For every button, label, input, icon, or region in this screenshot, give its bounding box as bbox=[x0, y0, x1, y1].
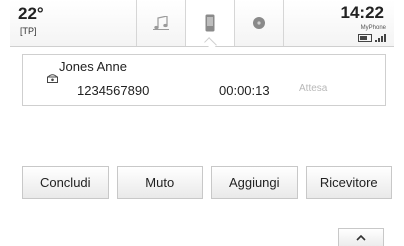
tab-audio[interactable] bbox=[136, 0, 185, 46]
handset-button[interactable]: Ricevitore bbox=[305, 166, 392, 199]
circle-icon bbox=[253, 17, 265, 29]
phone-icon bbox=[205, 14, 215, 32]
temperature: 22° bbox=[18, 4, 44, 23]
call-duration: 00:00:13 bbox=[219, 83, 270, 98]
add-call-button[interactable]: Aggiungi bbox=[211, 166, 298, 199]
contact-name: Jones Anne bbox=[59, 59, 127, 74]
phone-number: 1234567890 bbox=[77, 83, 150, 98]
battery-icon bbox=[358, 34, 372, 42]
clock: 14:22 bbox=[340, 3, 384, 22]
call-status: Attesa bbox=[299, 83, 328, 94]
tab-bar bbox=[136, 0, 284, 46]
traffic-program-indicator: [TP] bbox=[20, 26, 37, 36]
music-note-icon bbox=[153, 16, 169, 30]
chevron-up-icon bbox=[356, 234, 366, 241]
active-call-panel: Jones Anne 1234567890 00:00:13 Attesa bbox=[22, 54, 386, 106]
expand-menu-button[interactable] bbox=[338, 228, 384, 246]
call-actions: Concludi Muto Aggiungi Ricevitore bbox=[22, 166, 392, 199]
tab-apps[interactable] bbox=[234, 0, 284, 46]
status-bar: 22° [TP] 14:22 MyPhone bbox=[10, 0, 394, 47]
contact-phone-icon bbox=[47, 74, 58, 83]
mute-button[interactable]: Muto bbox=[116, 166, 203, 199]
phone-name: MyPhone bbox=[360, 25, 386, 31]
signal-icon bbox=[375, 34, 386, 42]
end-call-button[interactable]: Concludi bbox=[22, 166, 109, 199]
screen: 22° [TP] 14:22 MyPhone Jones Anne 123456… bbox=[10, 0, 394, 246]
tab-phone[interactable] bbox=[185, 0, 234, 46]
phone-status bbox=[358, 34, 386, 42]
